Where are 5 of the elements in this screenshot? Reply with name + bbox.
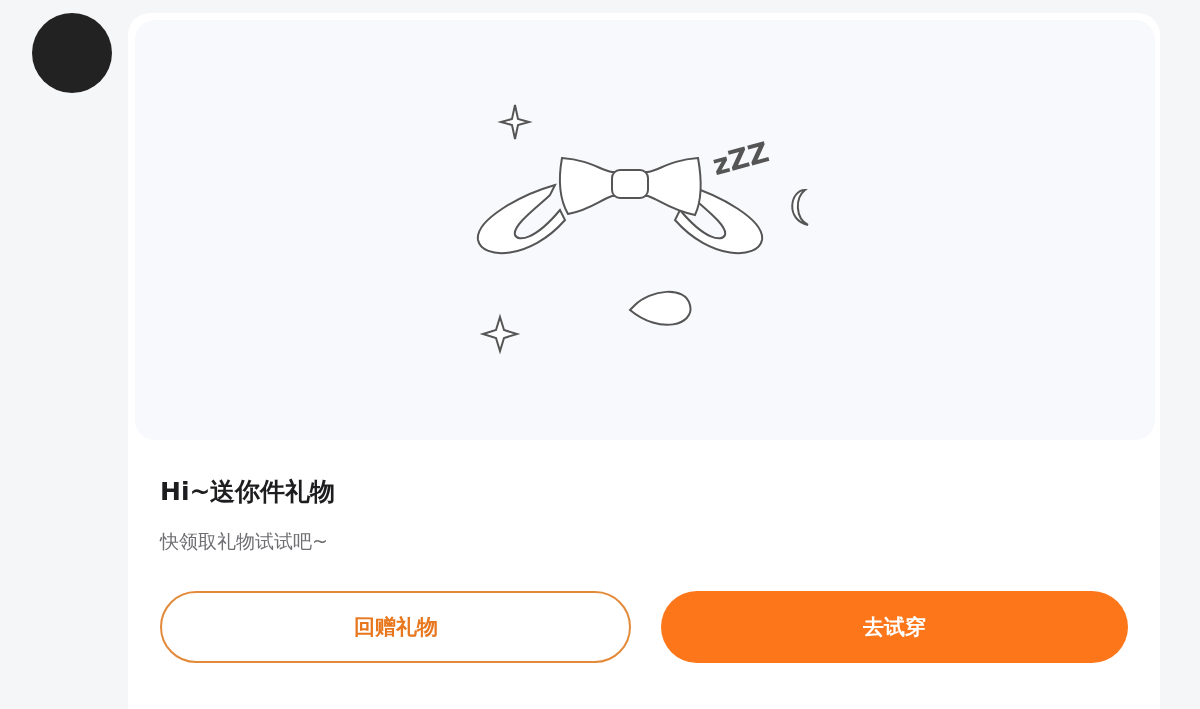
return-gift-button[interactable]: 回赠礼物 — [160, 591, 631, 663]
gift-title: Hi~送你件礼物 — [160, 477, 337, 507]
gift-subtitle: 快领取礼物试试吧~ — [160, 529, 329, 553]
try-on-button[interactable]: 去试穿 — [661, 591, 1128, 663]
sleep-sticker-text: zZZ — [708, 135, 773, 182]
